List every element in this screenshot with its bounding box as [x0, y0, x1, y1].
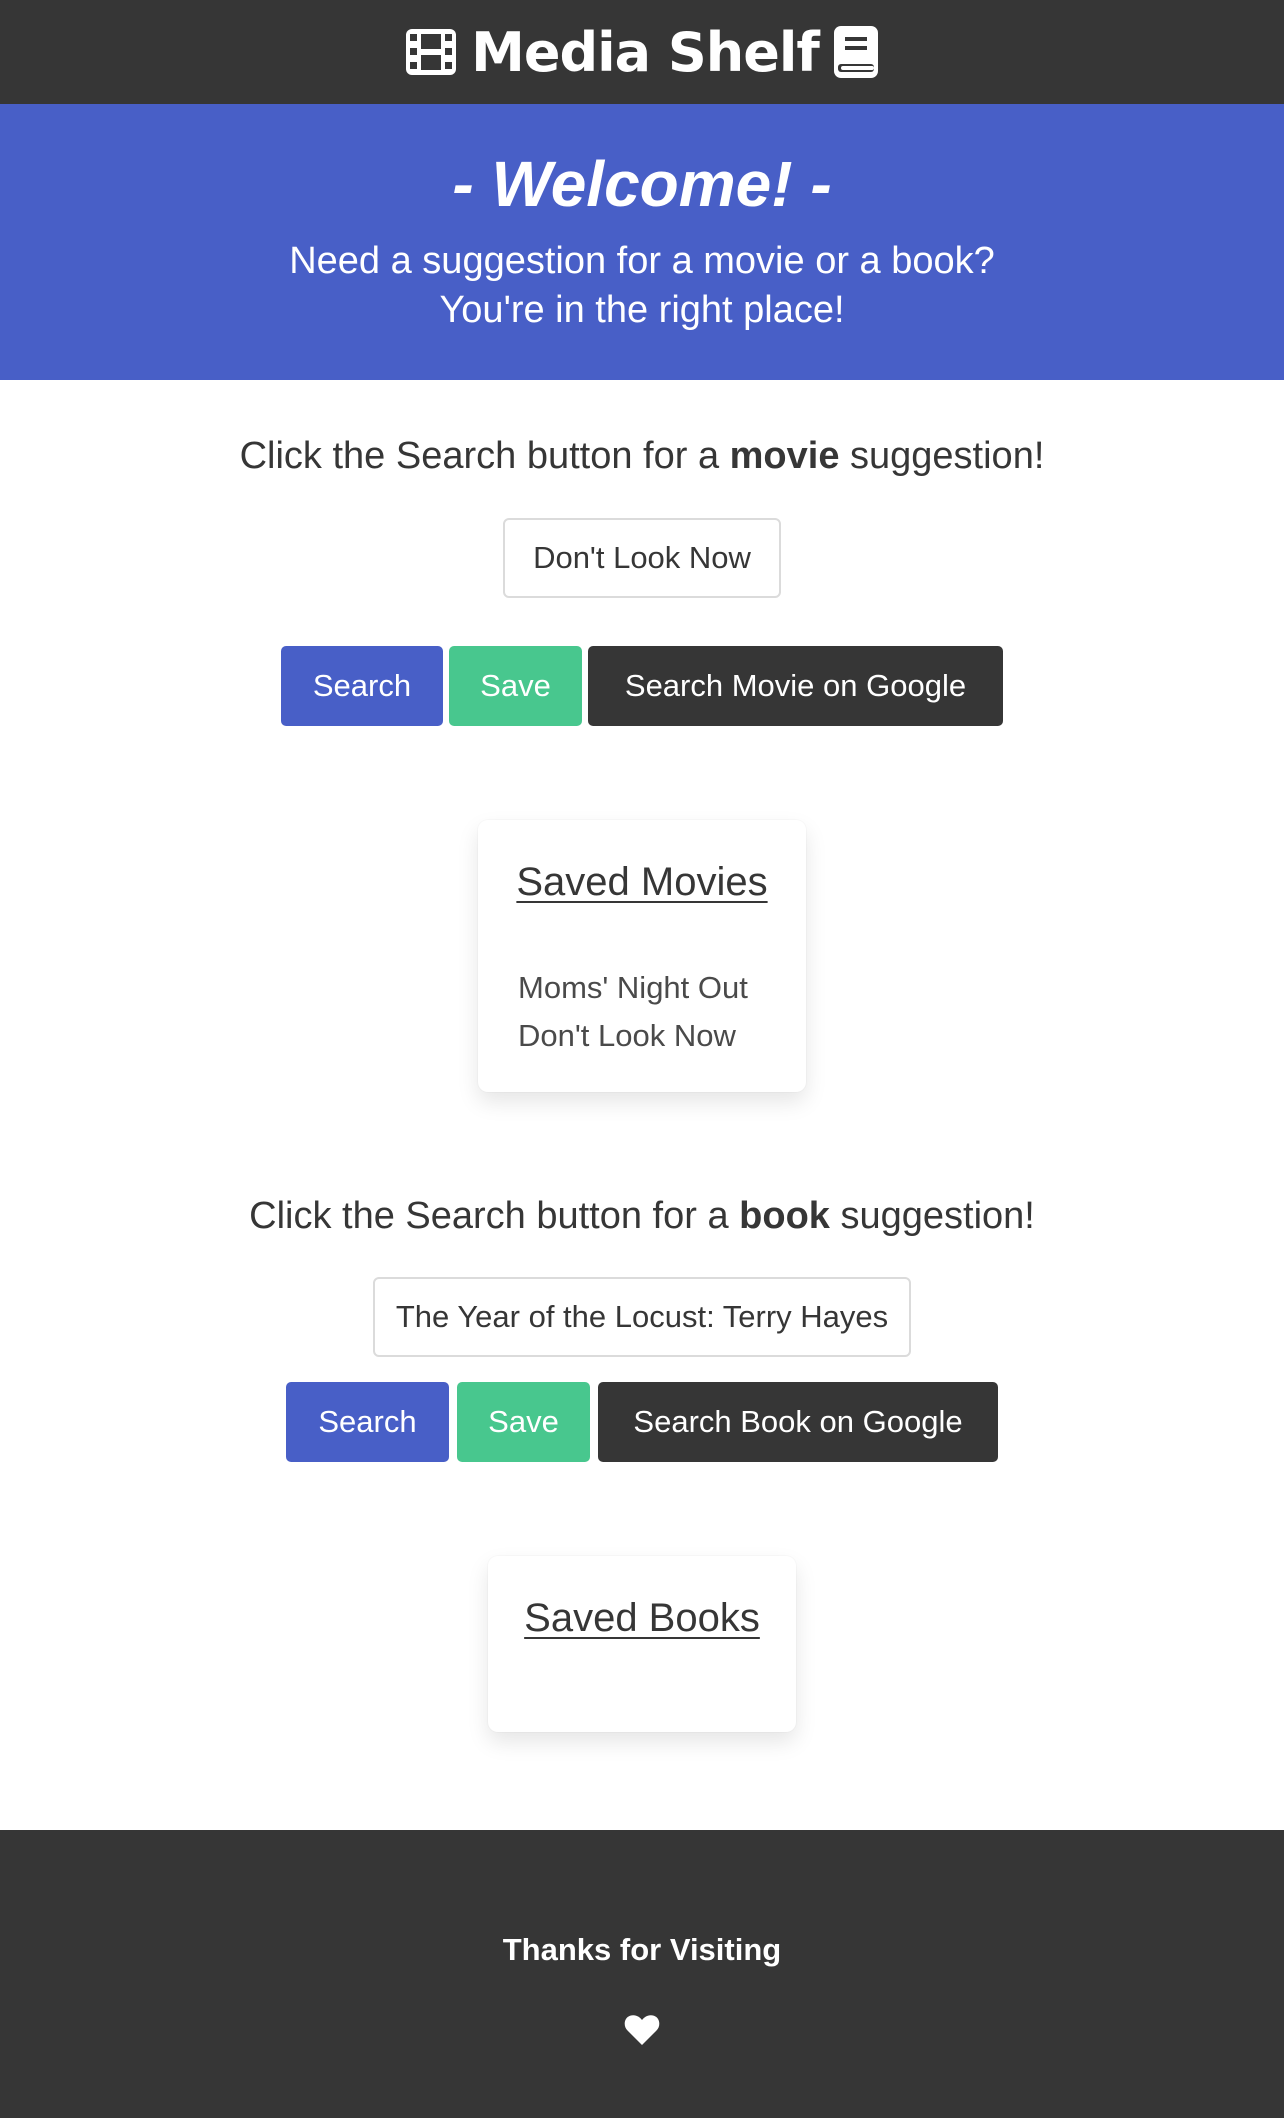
saved-books-title: Saved Books	[524, 1596, 760, 1640]
list-item: Moms' Night Out	[518, 970, 748, 1005]
movie-google-button[interactable]: Search Movie on Google	[588, 646, 1003, 726]
list-item: Don't Look Now	[518, 1018, 736, 1053]
book-prompt-keyword: book	[739, 1195, 830, 1237]
welcome-subtitle-line1: Need a suggestion for a movie or a book?	[289, 240, 995, 282]
navbar: Media Shelf	[0, 0, 1284, 104]
saved-movies-card: Saved Movies Moms' Night Out Don't Look …	[478, 820, 806, 1092]
movie-prompt: Click the Search button for a movie sugg…	[239, 435, 1045, 477]
film-icon	[405, 28, 457, 76]
book-save-button[interactable]: Save	[457, 1382, 590, 1462]
movie-save-button[interactable]: Save	[449, 646, 582, 726]
book-search-button[interactable]: Search	[286, 1382, 449, 1462]
saved-books-card: Saved Books	[488, 1556, 796, 1732]
footer-thanks: Thanks for Visiting	[502, 1932, 782, 1967]
book-prompt: Click the Search button for a book sugge…	[249, 1195, 1035, 1237]
welcome-heading: - Welcome! -	[452, 148, 832, 220]
heart-icon	[624, 2014, 660, 2051]
book-result-display: The Year of the Locust: Terry Hayes	[373, 1277, 911, 1357]
saved-movies-list: Moms' Night Out Don't Look Now	[518, 964, 748, 1060]
saved-movies-title: Saved Movies	[516, 860, 768, 904]
app-title: Media Shelf	[471, 20, 820, 84]
movie-prompt-keyword: movie	[729, 435, 840, 477]
book-icon	[833, 25, 879, 79]
movie-result-display: Don't Look Now	[503, 518, 781, 598]
movie-search-button[interactable]: Search	[281, 646, 443, 726]
welcome-hero: - Welcome! - Need a suggestion for a mov…	[0, 104, 1284, 380]
footer: Thanks for Visiting	[0, 1830, 1284, 2118]
book-google-button[interactable]: Search Book on Google	[598, 1382, 998, 1462]
welcome-subtitle-line2: You're in the right place!	[439, 289, 845, 331]
